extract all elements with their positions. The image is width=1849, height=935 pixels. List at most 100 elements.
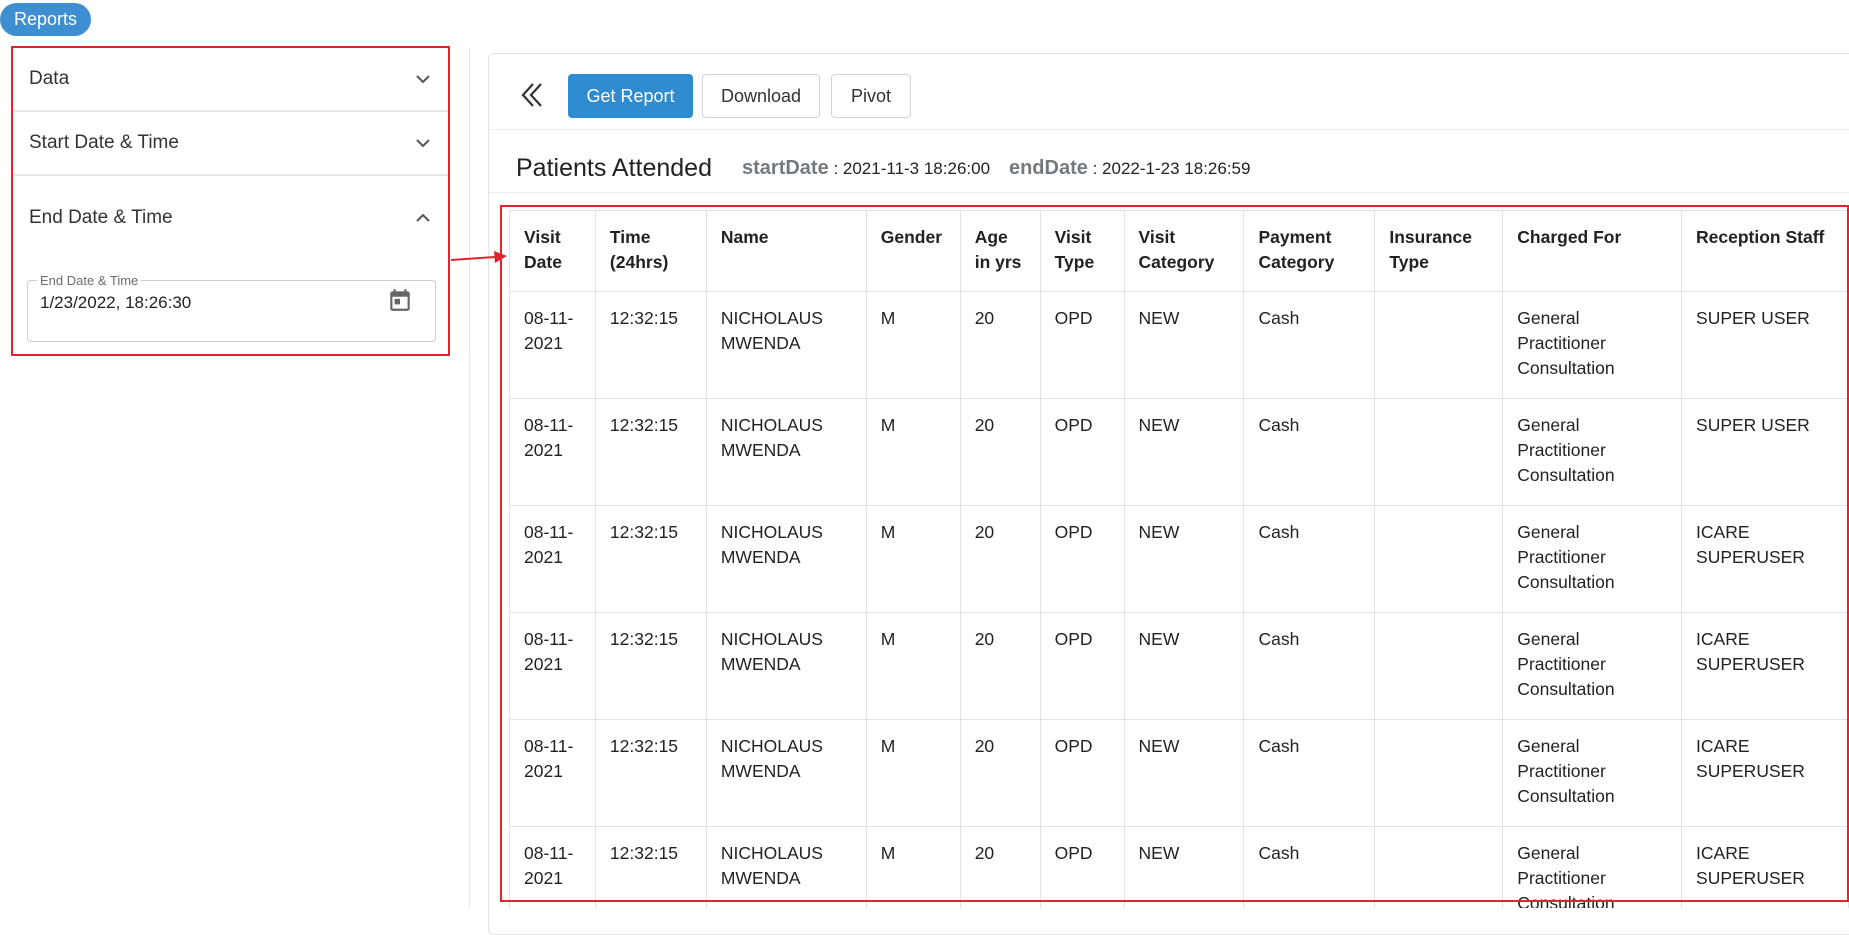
table-cell: 12:32:15: [594, 505, 707, 613]
column-header[interactable]: Name: [705, 210, 867, 292]
table-cell: 20: [959, 291, 1041, 399]
table-row[interactable]: 08-11-2021 12:32:15 NICHOLAUS MWENDA M 20 OPD…: [509, 398, 1849, 506]
table-body: 08-11-2021 12:32:15 NICHOLAUS MWENDA M 20 OPD…: [509, 291, 1849, 908]
table-cell: Cash: [1243, 398, 1376, 506]
report-date-range: startDate : 2021-11-3 18:26:00 endDate :…: [742, 157, 1250, 180]
table-cell: OPD: [1039, 505, 1125, 613]
table-cell: 08-11-2021: [509, 612, 596, 720]
table-cell: Cash: [1243, 612, 1376, 720]
pivot-button[interactable]: Pivot: [831, 74, 911, 118]
column-header[interactable]: Reception Staff: [1681, 210, 1849, 292]
end-date-value: 2022-1-23 18:26:59: [1102, 159, 1251, 178]
table-cell: NICHOLAUS MWENDA: [705, 826, 867, 908]
table-cell: 08-11-2021: [509, 398, 596, 506]
column-header[interactable]: Visit Date: [509, 210, 596, 292]
table-cell: OPD: [1039, 719, 1125, 827]
table-cell: M: [865, 398, 961, 506]
table-cell: General Practitioner Consultation: [1502, 398, 1683, 506]
title-divider: [489, 192, 1849, 193]
report-title: Patients Attended: [516, 154, 712, 182]
table-cell: NEW: [1123, 719, 1245, 827]
table-cell: 12:32:15: [594, 291, 707, 399]
table-cell: M: [865, 612, 961, 720]
table-cell: OPD: [1039, 826, 1125, 908]
double-chevron-left-icon[interactable]: [519, 81, 547, 109]
table-row[interactable]: 08-11-2021 12:32:15 NICHOLAUS MWENDA M 20 OPD…: [509, 291, 1849, 399]
table-cell: NEW: [1123, 505, 1245, 613]
reports-chip[interactable]: Reports: [0, 3, 92, 36]
table-cell: 12:32:15: [594, 719, 707, 827]
chevron-down-icon: [416, 139, 430, 148]
start-date-value: 2021-11-3 18:26:00: [842, 159, 991, 178]
table-cell: [1374, 505, 1504, 613]
table-cell: OPD: [1039, 398, 1125, 506]
end-date-key: endDate: [1008, 157, 1088, 179]
table-cell: OPD: [1039, 291, 1125, 399]
table-cell: [1374, 291, 1504, 399]
table-cell: 20: [959, 505, 1041, 613]
table-cell: ICARE SUPERUSER: [1681, 719, 1849, 827]
table-cell: 08-11-2021: [509, 719, 596, 827]
table-row[interactable]: 08-11-2021 12:32:15 NICHOLAUS MWENDA M 20 OPD…: [509, 719, 1849, 827]
table-cell: Cash: [1243, 826, 1376, 908]
column-header[interactable]: Visit Type: [1039, 210, 1125, 292]
table-cell: ICARE SUPERUSER: [1681, 826, 1849, 908]
table-header-row: Visit Date Time (24hrs) Name Gender Age in y…: [509, 210, 1849, 292]
accordion-header-start-date[interactable]: Start Date & Time: [14, 112, 449, 174]
table-cell: ICARE SUPERUSER: [1681, 505, 1849, 613]
accordion-start-date: Start Date & Time: [14, 112, 449, 176]
table-cell: M: [865, 505, 961, 613]
end-date-value: 1/23/2022, 18:26:30: [40, 293, 192, 312]
end-date-field-label: End Date & Time: [37, 273, 142, 288]
table-cell: [1374, 398, 1504, 506]
table-row[interactable]: 08-11-2021 12:32:15 NICHOLAUS MWENDA M 20 OPD…: [509, 826, 1849, 908]
table-cell: NEW: [1123, 612, 1245, 720]
column-header[interactable]: Gender: [865, 210, 961, 292]
report-filters-panel: Data Start Date & Time End Date & Time E…: [14, 48, 449, 368]
table-cell: 20: [959, 826, 1041, 908]
report-table: Visit Date Time (24hrs) Name Gender Age in y…: [509, 210, 1849, 908]
table-row[interactable]: 08-11-2021 12:32:15 NICHOLAUS MWENDA M 20 OPD…: [509, 612, 1849, 720]
table-cell: NICHOLAUS MWENDA: [705, 505, 867, 613]
table-cell: 08-11-2021: [509, 291, 596, 399]
table-cell: NEW: [1123, 826, 1245, 908]
table-cell: General Practitioner Consultation: [1502, 505, 1683, 613]
column-header[interactable]: Insurance Type: [1374, 210, 1504, 292]
accordion-data: Data: [14, 48, 449, 112]
date-separator: :: [833, 159, 843, 178]
column-header[interactable]: Age in yrs: [959, 210, 1041, 292]
table-cell: General Practitioner Consultation: [1502, 826, 1683, 908]
column-header[interactable]: Charged For: [1502, 210, 1683, 292]
column-header[interactable]: Visit Category: [1123, 210, 1245, 292]
table-cell: 12:32:15: [594, 398, 707, 506]
table-cell: NEW: [1123, 291, 1245, 399]
table-cell: Cash: [1243, 505, 1376, 613]
column-header[interactable]: Payment Category: [1243, 210, 1376, 292]
download-button[interactable]: Download: [702, 74, 820, 118]
accordion-label-start-date: Start Date & Time: [29, 132, 179, 153]
chevron-up-icon: [416, 213, 430, 222]
accordion-header-end-date[interactable]: End Date & Time: [14, 176, 449, 260]
table-cell: General Practitioner Consultation: [1502, 612, 1683, 720]
chevron-down-icon: [416, 75, 430, 84]
table-cell: 20: [959, 719, 1041, 827]
get-report-button[interactable]: Get Report: [568, 74, 693, 118]
table-row[interactable]: 08-11-2021 12:32:15 NICHOLAUS MWENDA M 20 OPD…: [509, 505, 1849, 613]
table-cell: 08-11-2021: [509, 505, 596, 613]
accordion-label-data: Data: [29, 68, 70, 89]
table-cell: M: [865, 719, 961, 827]
table-cell: M: [865, 826, 961, 908]
calendar-icon[interactable]: [387, 287, 413, 313]
table-cell: SUPER USER: [1681, 398, 1849, 506]
table-cell: 12:32:15: [594, 612, 707, 720]
table-cell: NICHOLAUS MWENDA: [705, 612, 867, 720]
column-header[interactable]: Time (24hrs): [594, 210, 707, 292]
report-table-container: Visit Date Time (24hrs) Name Gender Age in y…: [509, 210, 1849, 908]
table-cell: SUPER USER: [1681, 291, 1849, 399]
table-cell: General Practitioner Consultation: [1502, 719, 1683, 827]
accordion-header-data[interactable]: Data: [14, 48, 449, 110]
end-date-field[interactable]: End Date & Time 1/23/2022, 18:26:30: [27, 273, 436, 342]
start-date-key: startDate: [742, 157, 829, 179]
table-cell: 08-11-2021: [509, 826, 596, 908]
table-cell: General Practitioner Consultation: [1502, 291, 1683, 399]
